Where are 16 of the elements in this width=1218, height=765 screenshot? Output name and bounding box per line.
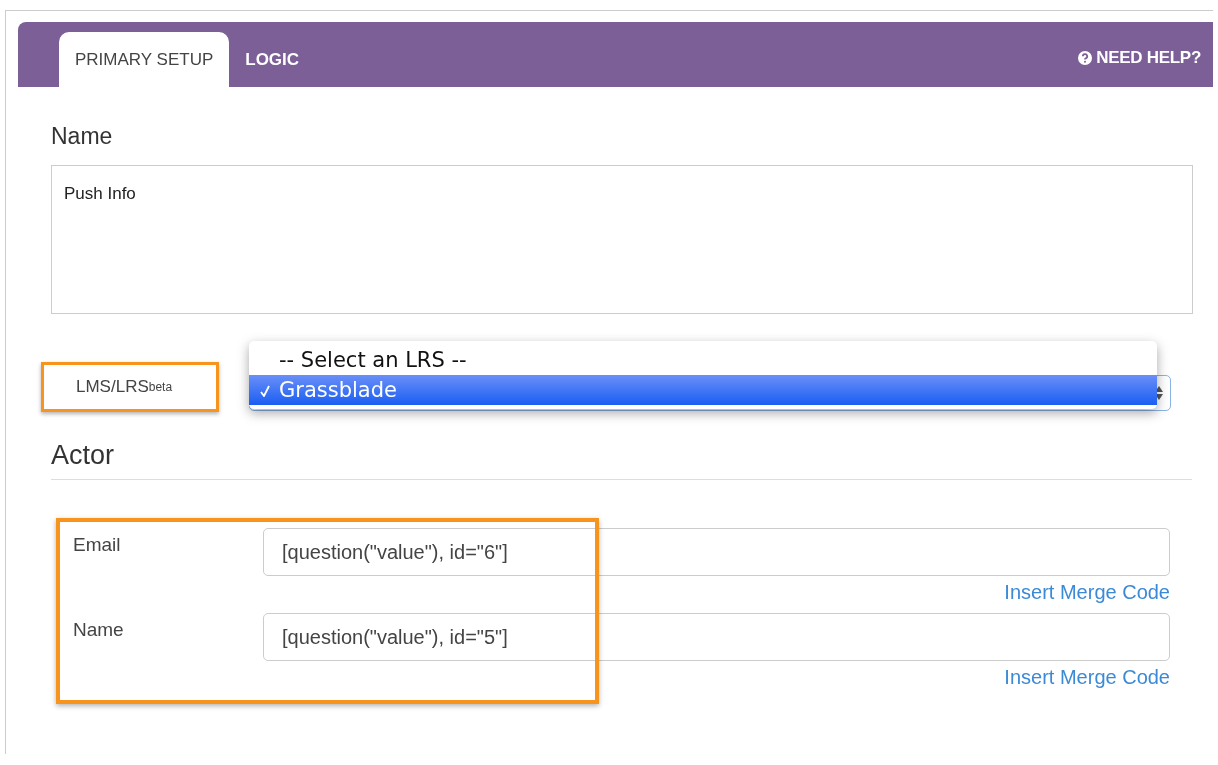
input-field[interactable]: [question("value"), id="6"]	[263, 528, 1170, 576]
name-textarea[interactable]: Push Info	[51, 165, 1193, 314]
section-heading: Actor	[51, 440, 1192, 480]
dropdown-option[interactable]: -- Select an LRS --	[249, 345, 1157, 375]
field-label: Email	[72, 533, 122, 557]
merge-code-link[interactable]: Insert Merge Code	[1004, 581, 1170, 604]
check-icon	[260, 385, 270, 397]
field-label: Name	[72, 618, 125, 642]
dropdown-option[interactable]: Grassblade	[249, 375, 1157, 405]
input-field[interactable]: [question("value"), id="5"]	[263, 613, 1170, 661]
help-icon	[1078, 50, 1093, 65]
merge-code-link[interactable]: Insert Merge Code	[1004, 666, 1170, 689]
tab[interactable]: PRIMARY SETUP	[59, 32, 230, 87]
field-label: Name	[51, 123, 114, 150]
stepper-icon	[1154, 385, 1164, 401]
tab[interactable]: LOGIC	[229, 32, 316, 87]
